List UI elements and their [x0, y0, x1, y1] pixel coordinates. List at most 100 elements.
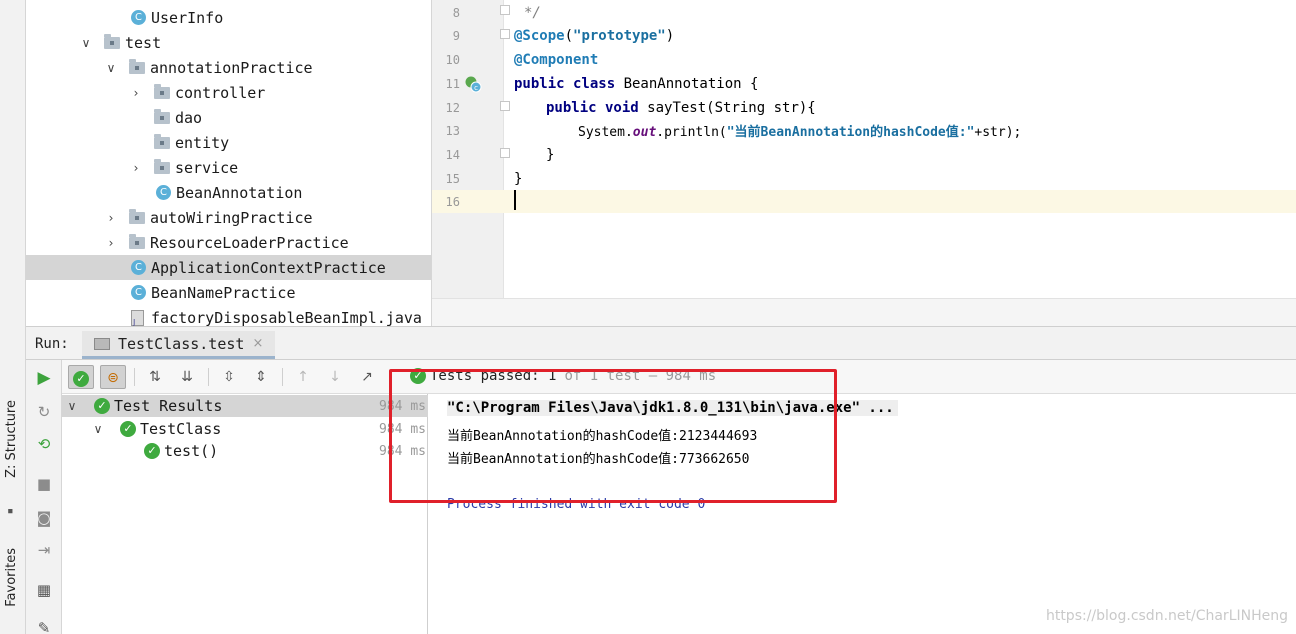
project-tree: C UserInfo ∨ test ∨ annotationPractice ›…: [26, 0, 431, 326]
tree-item[interactable]: C BeanAnnotation: [26, 180, 431, 205]
chevron-right-icon[interactable]: ›: [105, 211, 117, 225]
bean-gutter-icon[interactable]: c: [464, 75, 482, 93]
close-icon[interactable]: ×: [252, 336, 263, 351]
left-tool-strip: Z: Structure ▪ Favorites: [0, 0, 26, 634]
fold-marker[interactable]: [500, 101, 510, 111]
chevron-down-icon[interactable]: ∨: [105, 61, 117, 75]
line-number: 11: [445, 76, 460, 91]
test-row-method[interactable]: ✓ test() 984 ms: [62, 440, 428, 462]
test-row-class[interactable]: ∨ ✓ TestClass 984 ms: [62, 418, 428, 440]
tree-item[interactable]: ∨ annotationPractice: [26, 55, 431, 80]
chevron-down-icon[interactable]: ∨: [92, 422, 104, 436]
line-number: 15: [445, 171, 460, 186]
collapse-all-icon[interactable]: ⇕: [248, 365, 274, 389]
tree-item-label: BeanNamePractice: [151, 283, 296, 302]
folder-icon: [129, 208, 145, 224]
tree-item-label: controller: [175, 83, 266, 102]
tree-item[interactable]: › ResourceLoaderPractice: [26, 230, 431, 255]
code-text: }: [514, 170, 523, 187]
class-icon: C: [131, 260, 146, 275]
code-line: 14 }: [432, 143, 1296, 166]
toggle-autotest-icon[interactable]: ⟲: [34, 434, 54, 454]
rerun-failed-icon[interactable]: ↻: [34, 402, 54, 422]
tree-item[interactable]: › controller: [26, 80, 431, 105]
show-passed-icon[interactable]: ✓: [68, 365, 94, 389]
export-icon[interactable]: ↗: [354, 365, 380, 389]
chevron-right-icon[interactable]: ›: [130, 86, 142, 100]
pin-icon[interactable]: ✎: [34, 618, 54, 634]
code-editor[interactable]: 8 */ 9 @Scope("prototype") 10 @Component…: [431, 0, 1296, 326]
next-failed-icon[interactable]: ↓: [322, 365, 348, 389]
test-results-tree: ∨ ✓ Test Results 984 ms ∨ ✓ TestClass 98…: [62, 394, 428, 634]
folder-icon: [154, 158, 170, 174]
code-line: 9 @Scope("prototype"): [432, 24, 1296, 47]
tree-item-label: autoWiringPractice: [150, 208, 313, 227]
sort-duration-icon[interactable]: ⇊: [174, 365, 200, 389]
fold-marker[interactable]: [500, 148, 510, 158]
code-line-current: 16: [432, 190, 1296, 213]
passed-icon: ✓: [94, 398, 110, 414]
previous-failed-icon[interactable]: ↑: [290, 365, 316, 389]
watermark: https://blog.csdn.net/CharLINHeng: [1045, 608, 1288, 624]
tree-item-label: entity: [175, 133, 230, 152]
code-line: 12 public void sayTest(String str){: [432, 96, 1296, 119]
run-config-icon: [94, 337, 110, 350]
svg-text:c: c: [474, 84, 478, 92]
line-number: 8: [452, 5, 460, 20]
toolbar-separator: [134, 368, 135, 386]
highlight-annotation-box: [389, 369, 837, 503]
line-number: 10: [445, 52, 460, 67]
code-line: 11 public class BeanAnnotation {: [432, 72, 1296, 95]
test-row-root[interactable]: ∨ ✓ Test Results 984 ms: [62, 395, 428, 417]
show-ignored-icon[interactable]: ⊜: [100, 365, 126, 389]
tree-item-label: service: [175, 158, 239, 177]
tree-item-label: dao: [175, 108, 203, 127]
toolbar-separator: [282, 368, 283, 386]
string-token: "当前BeanAnnotation的hashCode值:": [726, 125, 975, 140]
tree-item-label: ApplicationContextPractice: [151, 258, 386, 277]
tree-item-label: test: [125, 33, 162, 52]
code-line: 13 System.out.println("当前BeanAnnotation的…: [432, 119, 1296, 142]
fold-marker[interactable]: [500, 29, 510, 39]
layout-icon[interactable]: ▦: [34, 580, 54, 600]
folder-icon: [154, 108, 170, 124]
code-text: .println(: [656, 125, 727, 140]
rerun-icon[interactable]: ▶: [34, 368, 54, 388]
keyword-token: public void: [546, 99, 648, 116]
stop-icon[interactable]: ■: [34, 474, 54, 494]
chevron-right-icon[interactable]: ›: [105, 236, 117, 250]
chevron-down-icon[interactable]: ∨: [80, 36, 92, 50]
chevron-down-icon[interactable]: ∨: [66, 399, 78, 413]
tree-item[interactable]: C BeanNamePractice: [26, 280, 431, 305]
camera-icon[interactable]: ◙: [34, 508, 54, 528]
tree-item[interactable]: › autoWiringPractice: [26, 205, 431, 230]
sort-alpha-icon[interactable]: ⇅: [142, 365, 168, 389]
run-actions-bar: ▶ ↻ ⟲ ■ ◙ ⇥ ▦ ✎: [26, 360, 62, 634]
line-number: 14: [445, 147, 460, 162]
line-number: 13: [445, 123, 460, 138]
tree-item[interactable]: C UserInfo: [26, 5, 431, 30]
expand-all-icon[interactable]: ⇳: [216, 365, 242, 389]
tree-item[interactable]: ∨ test: [26, 30, 431, 55]
favorites-tab[interactable]: Favorites: [4, 548, 19, 607]
folder-icon: [129, 233, 145, 249]
fold-marker[interactable]: [500, 5, 510, 15]
annotation-token: @Scope: [514, 27, 565, 44]
tree-item[interactable]: dao: [26, 105, 431, 130]
tree-item[interactable]: › service: [26, 155, 431, 180]
structure-tab[interactable]: Z: Structure: [4, 400, 19, 478]
tree-item[interactable]: factoryDisposableBeanImpl.java: [26, 305, 431, 326]
tree-item-selected[interactable]: C ApplicationContextPractice: [26, 255, 431, 280]
keyword-token: public class: [514, 75, 624, 92]
chevron-right-icon[interactable]: ›: [130, 161, 142, 175]
string-token: "prototype": [573, 27, 666, 44]
run-tab[interactable]: TestClass.test ×: [82, 331, 276, 359]
folder-icon: [154, 133, 170, 149]
tree-item[interactable]: entity: [26, 130, 431, 155]
tree-item-label: annotationPractice: [150, 58, 313, 77]
line-number: 9: [452, 28, 460, 43]
code-text: +str);: [974, 125, 1022, 140]
import-icon[interactable]: ⇥: [34, 540, 54, 560]
passed-icon: ✓: [144, 443, 160, 459]
tree-item-label: UserInfo: [151, 8, 224, 27]
